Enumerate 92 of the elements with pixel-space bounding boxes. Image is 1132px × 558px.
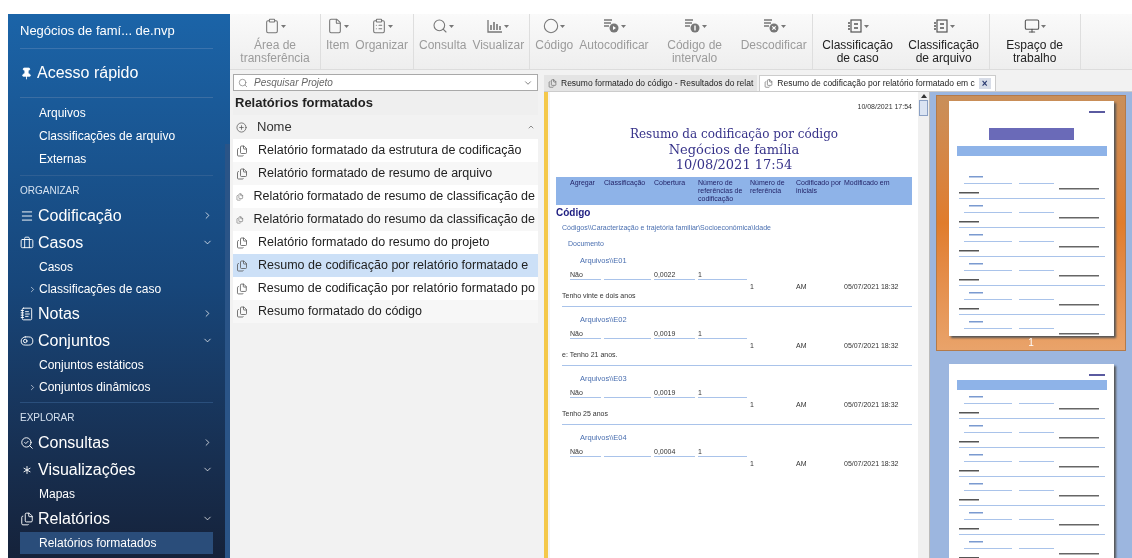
list-code-icon [682, 18, 701, 34]
report-icon [548, 78, 557, 88]
report-row[interactable]: Resumo formatado do código [233, 300, 538, 323]
close-tab-button[interactable]: × [978, 78, 991, 89]
report-row[interactable]: Resumo de codificação por relatório formatado po [233, 277, 538, 300]
file-classification-icon [932, 19, 949, 33]
sort-icon [527, 123, 535, 131]
report-row[interactable]: Relatório formatado de resumo de classificação de [233, 185, 538, 208]
sidebar-group[interactable]: Relatórios [20, 505, 213, 532]
report-row[interactable]: Resumo de codificação por relatório formatado e [233, 254, 538, 277]
sidebar-item[interactable]: Externas [20, 148, 213, 171]
report-row[interactable]: Relatório formatado do resumo do projeto [233, 231, 538, 254]
sidebar-item[interactable]: Relatórios formatados [20, 532, 213, 554]
section-heading: Código [556, 206, 592, 219]
codes-icon [20, 208, 34, 223]
sidebar-item[interactable]: Classificações de caso [20, 278, 213, 300]
circle-icon [543, 18, 560, 34]
caret-icon [780, 24, 786, 28]
caret-icon [281, 24, 286, 28]
caret-icon [701, 24, 707, 28]
pin-icon [20, 66, 33, 80]
sidebar-item[interactable]: Classificações de arquivo [20, 125, 213, 148]
report-icon [236, 213, 244, 226]
clipboard-icon [264, 18, 280, 34]
sidebar-item[interactable]: Conjuntos dinâmicos [20, 376, 213, 398]
caret-icon [560, 24, 566, 28]
sidebar-item[interactable]: Arquivos [20, 102, 213, 125]
report-icon [764, 79, 774, 88]
caret-icon [863, 24, 869, 28]
toolbar-button[interactable]: Classificação de arquivo [900, 14, 987, 69]
caret-icon [387, 24, 393, 28]
toolbar-button[interactable]: Espaço de trabalho [991, 14, 1078, 69]
scroll-thumb[interactable] [919, 100, 928, 116]
section-heading: ORGANIZAR [20, 184, 81, 198]
remove-code-icon [761, 18, 780, 34]
sets-icon [20, 333, 34, 348]
report-icon [236, 236, 248, 249]
sidebar-item[interactable]: Mapas [20, 483, 213, 505]
briefcase-icon [20, 235, 34, 250]
report-icon [236, 282, 248, 295]
page-number: 1 [1028, 337, 1034, 349]
report-row[interactable]: Relatório formatado do resumo da classificação de [233, 208, 538, 231]
document-tab[interactable]: Resumo formatado do código - Resultados do relat [544, 75, 758, 91]
caret-icon [620, 24, 626, 28]
document-icon [326, 18, 343, 34]
report-icon [236, 305, 248, 318]
report-title: Resumo da codificação por código [629, 126, 839, 142]
caret-icon [1040, 24, 1046, 28]
notes-icon [20, 306, 34, 321]
sidebar-group[interactable]: Codificação [20, 202, 213, 229]
panel-title: Relatórios formatados [235, 94, 373, 113]
case-classification-icon [846, 19, 863, 33]
report-icon [236, 167, 248, 180]
sidebar-group[interactable]: Notas [20, 300, 213, 327]
caret-icon [504, 24, 510, 28]
report-row[interactable]: Relatório formatado da estrutura de codificação [233, 139, 538, 162]
list-code-icon [601, 18, 620, 34]
search-field[interactable]: Pesquisar Projeto [233, 74, 538, 91]
monitor-icon [1023, 18, 1040, 34]
sidebar-group[interactable]: Conjuntos [20, 327, 213, 354]
sidebar-item[interactable]: Conjuntos estáticos [20, 354, 213, 376]
chevron-right-icon [28, 382, 37, 392]
report-icon [236, 144, 248, 157]
search-icon [20, 435, 34, 450]
sidebar-group[interactable]: Casos [20, 229, 213, 256]
search-icon [238, 77, 248, 88]
chevron-right-icon [28, 284, 37, 294]
sidebar-group[interactable]: Visualizações [20, 456, 213, 483]
list-icon [370, 18, 387, 34]
search-icon [431, 18, 448, 34]
vertical-scrollbar[interactable] [918, 92, 929, 558]
sidebar-group[interactable]: Consultas [20, 429, 213, 456]
report-title: Negócios de família [668, 141, 800, 157]
scroll-up-icon[interactable] [920, 94, 927, 98]
toolbar-button[interactable]: Classificação de caso [814, 14, 901, 69]
quick-access-heading[interactable]: Acesso rápido [37, 61, 139, 85]
add-icon [236, 121, 247, 133]
report-row[interactable]: Relatório formatado de resumo de arquivo [233, 162, 538, 185]
caret-icon [343, 24, 349, 28]
column-header[interactable]: Nome [257, 117, 517, 137]
reports-icon [20, 511, 34, 526]
report-title: 10/08/2021 17:54 [675, 156, 793, 172]
sidebar-item[interactable]: Casos [20, 256, 213, 278]
project-title: Negócios de famí... de.nvp [20, 23, 175, 38]
caret-icon [949, 24, 955, 28]
caret-icon [448, 24, 454, 28]
document-tab[interactable]: Resumo de codificação por relatório formatado em c × [759, 75, 996, 91]
bar-chart-icon [487, 19, 504, 33]
search-input[interactable]: Pesquisar Projeto [254, 75, 517, 90]
section-heading: EXPLORAR [20, 411, 76, 425]
report-icon [236, 259, 248, 272]
report-icon [236, 190, 244, 203]
